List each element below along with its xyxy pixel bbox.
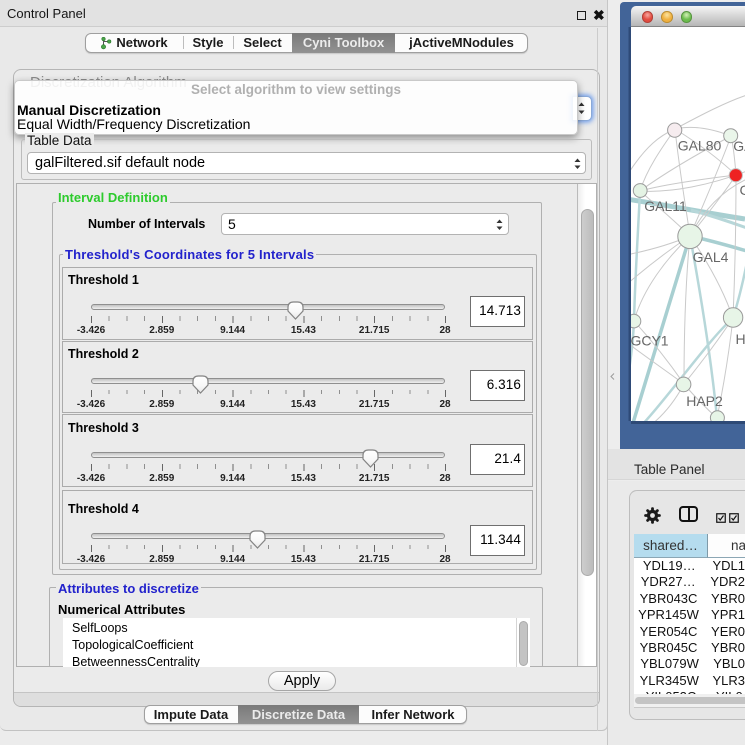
svg-text:C: C xyxy=(740,182,745,198)
svg-text:HAP2: HAP2 xyxy=(686,393,723,409)
svg-text:GAL4: GAL4 xyxy=(693,249,729,265)
svg-text:GAL11: GAL11 xyxy=(644,198,687,214)
svg-text:GA: GA xyxy=(733,138,745,154)
svg-text:H: H xyxy=(736,331,745,347)
svg-text:GCY1: GCY1 xyxy=(631,333,669,349)
svg-text:GAL80: GAL80 xyxy=(678,138,722,154)
